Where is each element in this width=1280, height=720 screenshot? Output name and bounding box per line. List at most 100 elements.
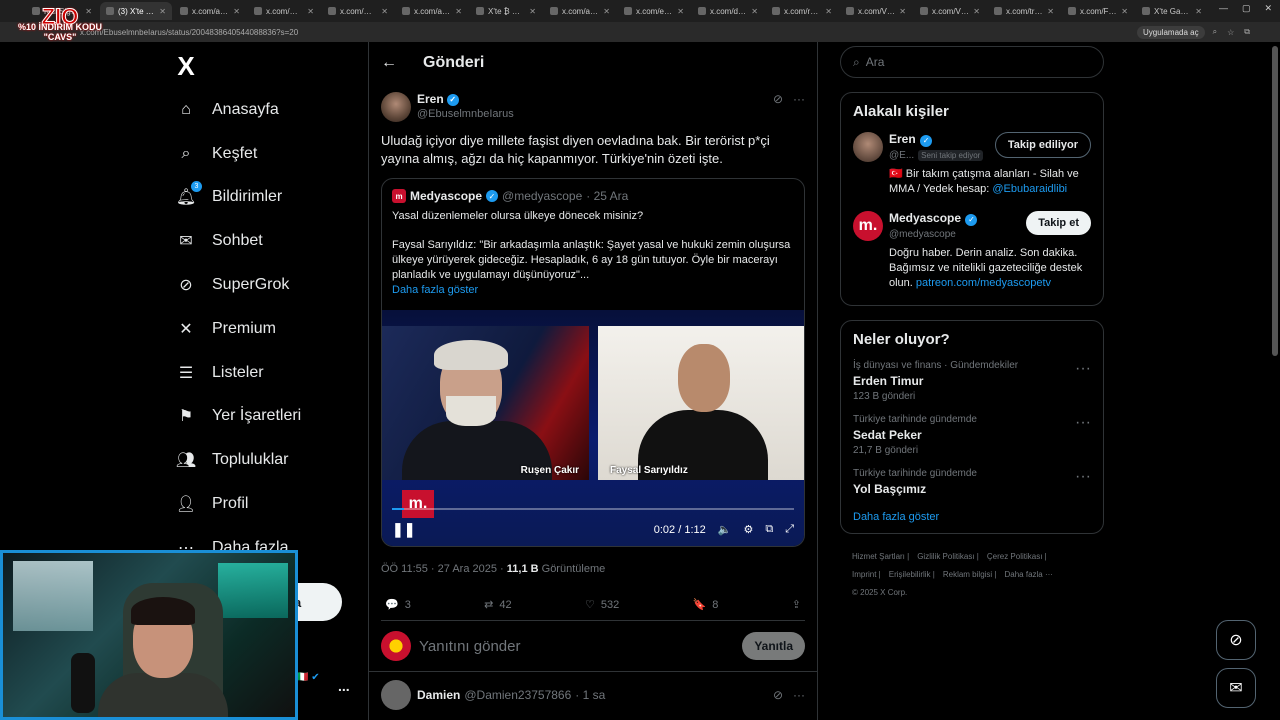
footer-link[interactable]: Imprint | xyxy=(852,570,881,579)
author-avatar[interactable] xyxy=(381,92,411,122)
trend-item[interactable]: Türkiye tarihinde gündemde Yol Başçımız ··… xyxy=(853,468,1091,499)
trend-more-icon[interactable]: ··· xyxy=(1075,414,1091,456)
bio-link[interactable]: @Ebubaraidlibi xyxy=(992,183,1067,195)
tab-close-icon[interactable]: ✕ xyxy=(603,7,610,16)
browser-tab[interactable]: x.com/aykiri ✕ xyxy=(174,2,246,20)
browser-tab[interactable]: x.com/aptali ✕ xyxy=(396,2,468,20)
browser-tab[interactable]: x.com/rapor ✕ xyxy=(766,2,838,20)
search-input[interactable]: ⌕ Ara xyxy=(840,46,1104,78)
video-progress-bar[interactable] xyxy=(392,508,794,510)
show-more-link[interactable]: Daha fazla göster xyxy=(392,283,794,298)
browser-tab[interactable]: X'te ₿ Muh ✕ xyxy=(470,2,542,20)
browser-tab[interactable]: (3) X'te Eren ✕ xyxy=(100,2,172,20)
settings-icon[interactable]: ⚙ xyxy=(743,523,753,536)
maximize-icon[interactable]: ▢ xyxy=(1242,3,1251,14)
scrollbar[interactable] xyxy=(1272,46,1278,356)
open-in-app-button[interactable]: Uygulamada aç xyxy=(1137,25,1205,39)
quoted-post[interactable]: m Medyascope ✓ @medyascope · 25 Ara Yasa… xyxy=(381,178,805,547)
reply-post[interactable]: Damien @Damien23757866 · 1 sa ⊘ ··· xyxy=(369,672,817,718)
zoom-icon[interactable]: ⌕ xyxy=(1213,27,1217,37)
tab-close-icon[interactable]: ✕ xyxy=(381,7,388,16)
browser-tab[interactable]: x.com/Vstatu ✕ xyxy=(914,2,986,20)
tab-close-icon[interactable]: ✕ xyxy=(973,7,980,16)
star-icon[interactable]: ☆ xyxy=(1227,28,1234,37)
reply-author-name[interactable]: Damien xyxy=(417,688,460,702)
nav-item-supergrok[interactable]: ⊘ SuperGrok xyxy=(160,263,360,307)
nav-item-listeler[interactable]: ☰ Listeler xyxy=(160,351,360,395)
person-name[interactable]: Eren xyxy=(889,132,916,146)
trend-more-icon[interactable]: ··· xyxy=(1075,360,1091,402)
back-arrow-icon[interactable]: ← xyxy=(381,54,409,72)
tab-close-icon[interactable]: ✕ xyxy=(751,7,758,16)
post-timestamp[interactable]: ÖÖ 11:55 · 27 Ara 2025 · xyxy=(381,563,507,575)
nav-item-premium[interactable]: ✕ Premium xyxy=(160,307,360,351)
author-handle[interactable]: @EbuselmnbeIarus xyxy=(417,107,773,122)
tab-close-icon[interactable]: ✕ xyxy=(825,7,832,16)
reply-author-avatar[interactable] xyxy=(381,680,411,710)
browser-tab[interactable]: x.com/ajans_ ✕ xyxy=(544,2,616,20)
footer-link[interactable]: Çerez Politikası | xyxy=(987,552,1047,561)
browser-tab[interactable]: x.com/Fedai✕ xyxy=(1062,2,1134,20)
my-avatar[interactable] xyxy=(381,631,411,661)
tab-close-icon[interactable]: ✕ xyxy=(1047,7,1054,16)
footer-link[interactable]: Hizmet Şartları | xyxy=(852,552,909,561)
browser-tab[interactable]: x.com/trafikt ✕ xyxy=(988,2,1060,20)
grok-fab-icon[interactable]: ⊘ xyxy=(1216,620,1256,660)
tab-close-icon[interactable]: ✕ xyxy=(233,7,240,16)
browser-tab[interactable]: x.com/Gundc ✕ xyxy=(322,2,394,20)
nav-item-anasayfa[interactable]: ⌂ Anasayfa xyxy=(160,88,360,132)
person-avatar[interactable] xyxy=(853,132,883,162)
volume-icon[interactable]: 🔈 xyxy=(718,523,732,536)
video-player[interactable]: Ruşen Çakır Faysal Sarıyıldız m. ❚❚ 0:02… xyxy=(382,310,804,546)
footer-link[interactable]: Erişilebilirlik | xyxy=(889,570,935,579)
nav-item-yer-i̇şaretleri[interactable]: ⚑ Yer İşaretleri xyxy=(160,395,360,439)
x-logo[interactable]: X xyxy=(160,46,212,86)
like-button[interactable]: ♡ 532 xyxy=(585,598,619,612)
tab-close-icon[interactable]: ✕ xyxy=(455,7,462,16)
browser-tab[interactable]: x.com/Vstat ✕ xyxy=(840,2,912,20)
url-field[interactable]: x.com/EbuselmnbeIarus/status/20048386405… xyxy=(80,28,1137,37)
repost-button[interactable]: ⇄ 42 xyxy=(484,598,511,612)
browser-tab[interactable]: x.com/exmu ✕ xyxy=(618,2,690,20)
more-options-icon[interactable]: ··· xyxy=(793,92,805,106)
extensions-icon[interactable]: ⧉ xyxy=(1244,27,1250,37)
browser-tab[interactable]: x.com/Confi ✕ xyxy=(248,2,320,20)
trends-show-more[interactable]: Daha fazla göster xyxy=(853,511,1091,523)
nav-item-profil[interactable]: 👤︎ Profil xyxy=(160,482,360,526)
more-options-icon[interactable]: ··· xyxy=(793,688,805,702)
related-person[interactable]: m. Medyascope ✓ @medyascope Takip et Doğ… xyxy=(853,211,1091,291)
messages-fab-icon[interactable]: ✉ xyxy=(1216,668,1256,708)
following-button[interactable]: Takip ediliyor xyxy=(994,132,1091,158)
nav-item-keşfet[interactable]: ⌕ Keşfet xyxy=(160,132,360,176)
footer-link[interactable]: Reklam bilgisi | xyxy=(943,570,997,579)
minimize-icon[interactable]: — xyxy=(1219,3,1228,14)
trend-item[interactable]: Türkiye tarihinde gündemde Sedat Peker 21,… xyxy=(853,414,1091,456)
tab-close-icon[interactable]: ✕ xyxy=(529,7,536,16)
author-name[interactable]: Eren xyxy=(417,92,444,107)
reply-submit-button[interactable]: Yanıtla xyxy=(742,632,805,660)
trend-more-icon[interactable]: ··· xyxy=(1075,468,1091,499)
follow-button[interactable]: Takip et xyxy=(1026,211,1091,235)
tab-close-icon[interactable]: ✕ xyxy=(1121,7,1128,16)
share-button[interactable]: ⇪ xyxy=(792,598,801,611)
medyascope-avatar[interactable]: m. xyxy=(853,211,883,241)
tab-close-icon[interactable]: ✕ xyxy=(159,7,166,16)
tab-close-icon[interactable]: ✕ xyxy=(677,7,684,16)
grok-icon[interactable]: ⊘ xyxy=(773,92,783,106)
browser-tab[interactable]: X'te Gazeto✕ xyxy=(1136,2,1208,20)
pip-icon[interactable]: ⧉ xyxy=(765,523,773,536)
nav-item-topluluklar[interactable]: 👥︎ Topluluklar xyxy=(160,438,360,482)
reply-input[interactable]: Yanıtını gönder xyxy=(419,638,742,655)
bio-link[interactable]: patreon.com/medyascopetv xyxy=(916,277,1051,289)
account-more-icon[interactable]: ... xyxy=(338,678,350,694)
footer-link[interactable]: Daha fazla ··· xyxy=(1005,570,1053,579)
related-person[interactable]: Eren ✓ @E... Seni takip ediyor Takip edil… xyxy=(853,132,1091,197)
footer-link[interactable]: Gizlilik Politikası | xyxy=(917,552,979,561)
fullscreen-icon[interactable]: ⤢ xyxy=(785,523,794,536)
tab-close-icon[interactable]: ✕ xyxy=(1195,7,1202,16)
reply-button[interactable]: 💬 3 xyxy=(385,598,411,612)
browser-tab[interactable]: x.com/daily_ ✕ xyxy=(692,2,764,20)
bookmark-button[interactable]: 🔖 8 xyxy=(693,598,719,612)
nav-item-sohbet[interactable]: ✉ Sohbet xyxy=(160,219,360,263)
pause-icon[interactable]: ❚❚ xyxy=(392,521,415,538)
